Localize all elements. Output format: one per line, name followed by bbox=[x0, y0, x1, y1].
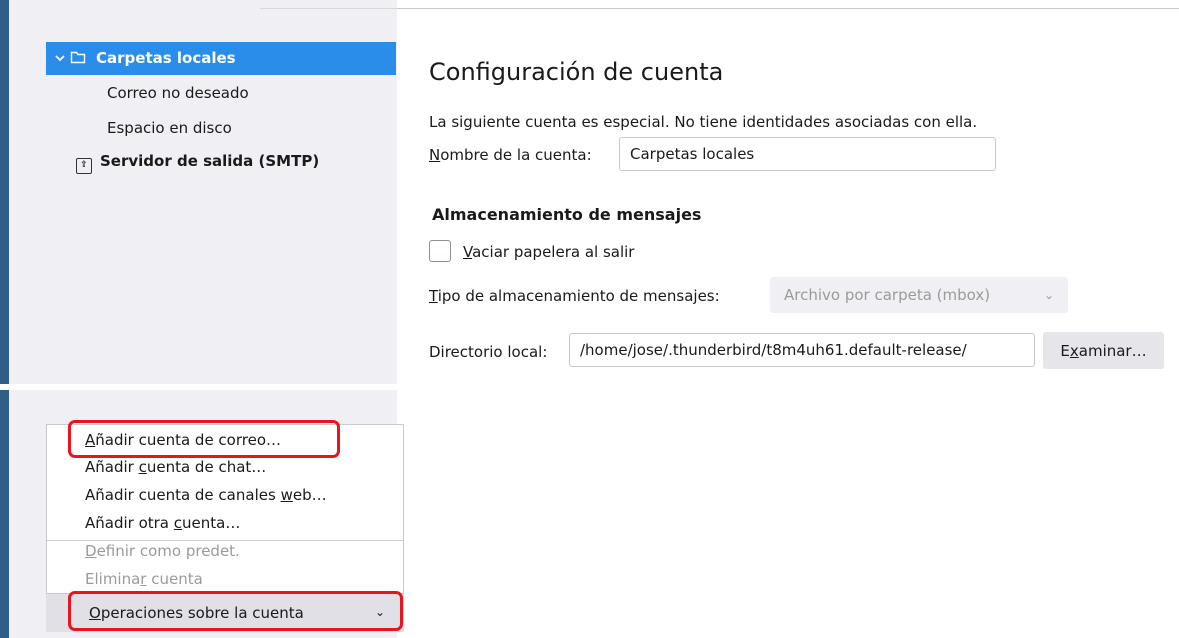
account-description: La siguiente cuenta es especial. No tien… bbox=[429, 113, 978, 131]
window-edge bbox=[0, 390, 9, 638]
account-actions-menu: Añadir cuenta de correo… Añadir cuenta d… bbox=[46, 424, 404, 594]
chevron-down-icon: ⌄ bbox=[1043, 288, 1054, 302]
account-actions-button[interactable]: Operaciones sobre la cuenta ⌄ bbox=[46, 594, 404, 632]
menu-separator bbox=[47, 540, 403, 541]
chevron-down-icon: ⌄ bbox=[375, 605, 386, 619]
outgoing-server-icon: ⇪ bbox=[76, 158, 92, 174]
storage-section-title: Almacenamiento de mensajes bbox=[432, 205, 702, 224]
menu-item-add-feed-account[interactable]: Añadir cuenta de canales web… bbox=[85, 486, 327, 504]
browse-button[interactable]: Examinar… bbox=[1043, 332, 1164, 369]
account-settings-pane: Configuración de cuenta La siguiente cue… bbox=[397, 9, 1179, 384]
menu-item-add-mail-account[interactable]: Añadir cuenta de correo… bbox=[85, 431, 281, 449]
chevron-down-icon[interactable] bbox=[54, 50, 66, 68]
menu-item-add-other-account[interactable]: Añadir otra cuenta… bbox=[85, 514, 240, 532]
account-actions-label: Operaciones sobre la cuenta bbox=[89, 604, 304, 622]
folder-icon bbox=[70, 49, 86, 69]
window-edge bbox=[0, 0, 9, 384]
account-name-label: Nombre de la cuenta: bbox=[429, 146, 592, 164]
tree-item-disk-space[interactable]: Espacio en disco bbox=[107, 119, 232, 137]
local-dir-label: Directorio local: bbox=[429, 343, 548, 361]
menu-item-add-chat-account[interactable]: Añadir cuenta de chat… bbox=[85, 458, 266, 476]
tree-item-smtp[interactable]: ⇪ Servidor de salida (SMTP) bbox=[76, 152, 319, 174]
tree-item-local-folders[interactable]: Carpetas locales bbox=[46, 42, 396, 75]
page-title: Configuración de cuenta bbox=[429, 58, 724, 86]
store-type-value: Archivo por carpeta (mbox) bbox=[784, 286, 991, 304]
empty-trash-label[interactable]: Vaciar papelera al salir bbox=[463, 243, 634, 261]
tree-item-label: Carpetas locales bbox=[96, 49, 236, 67]
account-name-input[interactable] bbox=[619, 137, 996, 171]
menu-item-set-default: Definir como predet. bbox=[85, 542, 240, 560]
tree-item-junk[interactable]: Correo no deseado bbox=[107, 84, 249, 102]
store-type-label: Tipo de almacenamiento de mensajes: bbox=[429, 287, 720, 305]
store-type-select[interactable]: Archivo por carpeta (mbox) ⌄ bbox=[770, 277, 1068, 313]
tree-item-label: Servidor de salida (SMTP) bbox=[100, 152, 320, 170]
empty-trash-checkbox[interactable] bbox=[429, 240, 451, 262]
menu-item-remove-account: Eliminar cuenta bbox=[85, 570, 203, 588]
local-dir-input[interactable] bbox=[569, 333, 1035, 367]
